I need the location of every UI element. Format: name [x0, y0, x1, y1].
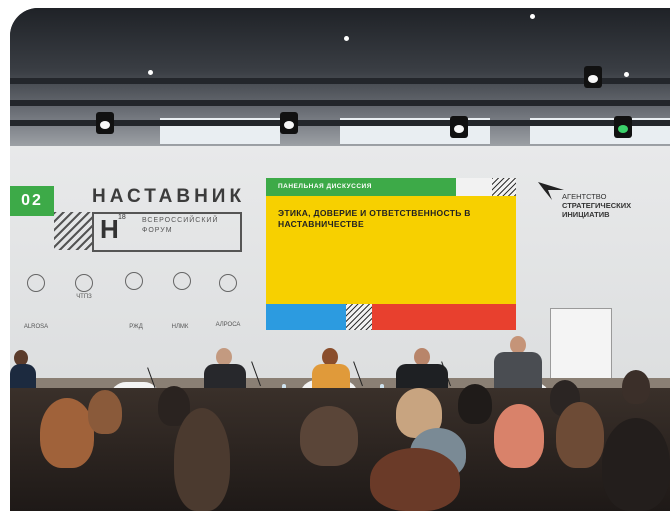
asi-line-1: АГЕНТСТВО — [562, 192, 607, 201]
partner-logo: ЧТПЗ — [64, 274, 104, 300]
screen-foot-blue — [266, 304, 346, 330]
screen-heading: ЭТИКА, ДОВЕРИЕ И ОТВЕТСТВЕННОСТЬ В НАСТА… — [278, 208, 471, 229]
conference-photo: 02 НАСТАВНИК Н 18 ВСЕРОССИЙСКИЙ ФОРУМ ЧТ… — [10, 8, 670, 511]
year-badge: 02 — [10, 186, 54, 216]
audience-head — [622, 370, 650, 404]
forum-logo-superscript: 18 — [118, 214, 126, 221]
audience-head — [40, 398, 94, 468]
flipchart — [550, 308, 612, 382]
ceiling-light — [624, 72, 629, 77]
audience-head — [370, 448, 460, 511]
partner-logo — [114, 272, 154, 292]
partner-logo-icon — [173, 272, 191, 290]
audience-head — [300, 406, 358, 466]
partner-logo: ALROSA — [23, 324, 49, 330]
screen-bar-hatch — [492, 178, 516, 196]
stage-light-icon — [584, 66, 602, 88]
forum-logo-subtitle: ВСЕРОССИЙСКИЙ ФОРУМ — [142, 217, 219, 234]
audience-head — [556, 402, 604, 468]
forum-logo-title: НАСТАВНИК — [92, 186, 246, 207]
partner-logo: НЛМК — [171, 324, 189, 330]
stage-light-icon — [614, 116, 632, 138]
audience-head — [174, 408, 230, 511]
ceiling-light — [344, 36, 349, 41]
asi-line-2: СТРАТЕГИЧЕСКИХ — [562, 201, 632, 210]
asi-logo-text: АГЕНТСТВО СТРАТЕГИЧЕСКИХ ИНИЦИАТИВ — [562, 192, 652, 219]
screen-foot-hatch — [346, 304, 372, 330]
asi-logo-icon — [538, 182, 564, 200]
screen-bar-label: ПАНЕЛЬНАЯ ДИСКУССИЯ — [266, 178, 456, 196]
audience-head — [494, 404, 544, 468]
stage-light-icon — [280, 112, 298, 134]
partner-logo: РЖД — [129, 324, 143, 330]
screen-foot-red — [372, 304, 516, 330]
logo-hatch-pattern — [54, 212, 92, 250]
partner-logo — [162, 272, 202, 292]
ceiling-truss — [10, 78, 670, 84]
partner-logo-icon — [75, 274, 93, 292]
audience-head — [458, 384, 492, 424]
ceiling-truss — [10, 100, 670, 106]
partner-logo-icon — [27, 274, 45, 292]
audience-head — [88, 390, 122, 434]
partner-logo: АЛРОСА — [215, 322, 241, 328]
partner-logo — [16, 274, 56, 294]
asi-line-3: ИНИЦИАТИВ — [562, 210, 610, 219]
partner-logo — [208, 274, 248, 294]
stage-light-icon — [450, 116, 468, 138]
ceiling-light — [148, 70, 153, 75]
forum-logo-letter: Н — [100, 214, 119, 244]
ceiling-light — [530, 14, 535, 19]
screen-bar-white — [456, 178, 492, 196]
stage-light-icon — [96, 112, 114, 134]
photo-frame: 02 НАСТАВНИК Н 18 ВСЕРОССИЙСКИЙ ФОРУМ ЧТ… — [0, 0, 670, 511]
partner-logo-icon — [125, 272, 143, 290]
audience-head — [602, 418, 670, 511]
presentation-screen: ПАНЕЛЬНАЯ ДИСКУССИЯ ЭТИКА, ДОВЕРИЕ И ОТВ… — [266, 178, 516, 304]
partner-logo-icon — [219, 274, 237, 292]
